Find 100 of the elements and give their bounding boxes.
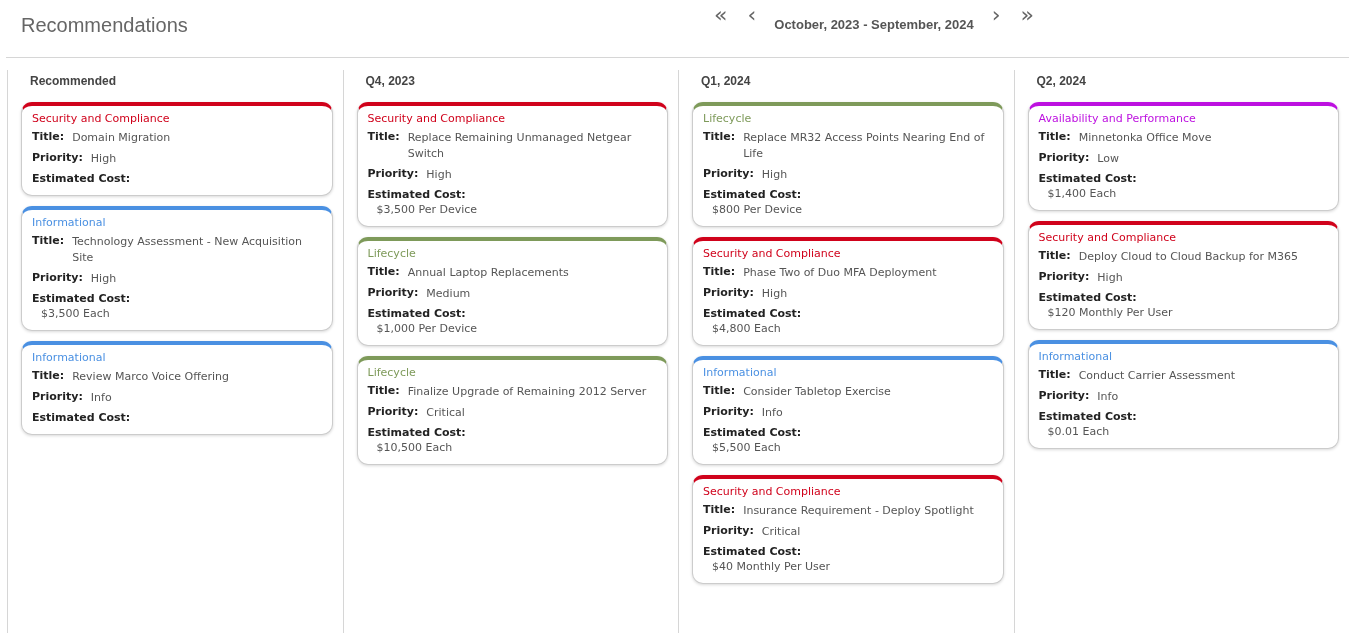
last-page-button[interactable]: » — [1012, 4, 1042, 26]
field-label: Estimated Cost: — [32, 172, 132, 185]
recommendation-card[interactable]: Lifecycle Title: Annual Laptop Replacements Priority: Medium Estimated Cost: $1,000 Per Device — [356, 237, 668, 346]
field-label: Title: — [1038, 130, 1071, 145]
category-label: Security and Compliance — [32, 112, 171, 125]
field-label: Estimated Cost: — [703, 188, 803, 201]
field-label: Title: — [1038, 368, 1071, 383]
category-label: Lifecycle — [367, 247, 417, 260]
priority-value: High — [1097, 270, 1123, 286]
category-label: Informational — [703, 366, 778, 379]
category-label: Security and Compliance — [1038, 231, 1178, 244]
previous-button[interactable]: ‹ — [739, 4, 765, 26]
priority-value: Info — [1097, 389, 1119, 405]
recommendation-card[interactable]: Security and Compliance Title: Deploy Cloud to Cloud Backup for M365 Priority: High Estimated Cost: $120 Monthly Per User — [1027, 221, 1339, 330]
cost-value: $1,000 Per Device — [375, 322, 479, 335]
field-label: Priority: — [703, 524, 754, 539]
category-label: Informational — [32, 216, 107, 229]
title-value: Review Marco Voice Offering — [72, 369, 229, 385]
category-label: Security and Compliance — [703, 485, 842, 498]
field-label: Title: — [367, 130, 400, 145]
title-value: Replace MR32 Access Points Nearing End of Life — [743, 130, 986, 162]
title-value: Finalize Upgrade of Remaining 2012 Server — [407, 384, 647, 400]
title-value: Replace Remaining Unmanaged Netgear Switch — [407, 130, 633, 162]
field-label: Priority: — [32, 151, 83, 166]
page-title: Recommendations — [20, 13, 189, 38]
field-label: Estimated Cost: — [703, 307, 803, 320]
field-label: Estimated Cost: — [1038, 291, 1138, 304]
recommendation-card[interactable]: Informational Title: Review Marco Voice Offering Priority: Info Estimated Cost: — [21, 341, 333, 435]
field-label: Estimated Cost: — [367, 188, 467, 201]
field-label: Title: — [32, 234, 65, 249]
field-label: Title: — [703, 384, 736, 399]
field-label: Priority: — [1038, 151, 1090, 166]
field-label: Title: — [367, 265, 400, 280]
date-range: October, 2023 - September, 2024 — [773, 17, 975, 32]
field-label: Priority: — [367, 286, 419, 301]
category-label: Informational — [32, 351, 107, 364]
category-label: Lifecycle — [367, 366, 417, 379]
field-label: Priority: — [367, 167, 419, 182]
cost-value: $5,500 Each — [711, 441, 782, 454]
field-label: Estimated Cost: — [703, 545, 803, 558]
recommendation-card[interactable]: Informational Title: Consider Tabletop Exercise Priority: Info Estimated Cost: $5,500 Each — [692, 356, 1004, 465]
field-label: Priority: — [32, 390, 83, 405]
field-label: Title: — [703, 503, 736, 518]
field-label: Title: — [367, 384, 400, 399]
recommendation-card[interactable]: Lifecycle Title: Finalize Upgrade of Remaining 2012 Server Priority: Critical Estimated Cost: $10,500 Each — [356, 356, 668, 465]
recommendation-card[interactable]: Security and Compliance Title: Phase Two of Duo MFA Deployment Priority: High Estimated Cost: $4,800 Each — [692, 237, 1004, 346]
priority-value: High — [90, 151, 117, 167]
cost-value: $3,500 Each — [40, 307, 111, 320]
priority-value: High — [761, 167, 788, 183]
title-value: Consider Tabletop Exercise — [743, 384, 891, 400]
recommendation-card[interactable]: Availability and Performance Title: Minnetonka Office Move Priority: Low Estimated Cost: $1,400 Each — [1027, 102, 1339, 211]
category-label: Security and Compliance — [367, 112, 507, 125]
recommendation-card[interactable]: Informational Title: Technology Assessment - New Acquisition Site Priority: High Estimated Cost: $3,500 Each — [21, 206, 333, 331]
field-label: Title: — [703, 130, 736, 145]
field-label: Estimated Cost: — [367, 307, 467, 320]
field-label: Priority: — [367, 405, 419, 420]
column-heading: Q4, 2023 — [364, 73, 416, 90]
priority-value: Critical — [761, 524, 801, 540]
recommendation-card[interactable]: Security and Compliance Title: Insurance Requirement - Deploy Spotlight Priority: Critical Estimated Cost: $40 Monthly Per User — [692, 475, 1004, 584]
field-label: Priority: — [703, 167, 754, 182]
next-button[interactable]: › — [983, 4, 1009, 26]
cost-value: $40 Monthly Per User — [711, 560, 832, 573]
field-label: Title: — [703, 265, 736, 280]
cost-value: $3,500 Per Device — [375, 203, 479, 216]
field-label: Estimated Cost: — [367, 426, 467, 439]
field-label: Title: — [1038, 249, 1071, 264]
cost-value: $1,400 Each — [1046, 187, 1118, 200]
cost-value: $800 Per Device — [711, 203, 804, 216]
field-label: Estimated Cost: — [32, 292, 132, 305]
cost-value: $4,800 Each — [711, 322, 782, 335]
title-value: Domain Migration — [72, 130, 171, 146]
field-label: Priority: — [32, 271, 83, 286]
priority-value: Info — [90, 390, 112, 406]
field-label: Estimated Cost: — [703, 426, 803, 439]
title-value: Minnetonka Office Move — [1078, 130, 1212, 146]
cost-value: $10,500 Each — [375, 441, 454, 454]
priority-value: Low — [1097, 151, 1119, 167]
field-label: Estimated Cost: — [1038, 172, 1138, 185]
column-heading: Q1, 2024 — [700, 73, 752, 90]
recommendation-card[interactable]: Lifecycle Title: Replace MR32 Access Points Nearing End of Life Priority: High Estimated Cost: $800 Per Device — [692, 102, 1004, 227]
title-value: Insurance Requirement - Deploy Spotlight — [743, 503, 974, 519]
recommendation-card[interactable]: Security and Compliance Title: Replace Remaining Unmanaged Netgear Switch Priority: High Estimated Cost: $3,500 Per Device — [356, 102, 668, 227]
priority-value: Critical — [426, 405, 465, 421]
title-value: Technology Assessment - New Acquisition Site — [72, 234, 303, 266]
field-label: Priority: — [703, 286, 754, 301]
recommendation-card[interactable]: Security and Compliance Title: Domain Migration Priority: High Estimated Cost: — [21, 102, 333, 196]
column-heading: Recommended — [29, 73, 118, 90]
title-value: Annual Laptop Replacements — [407, 265, 569, 281]
field-label: Title: — [32, 130, 65, 145]
cost-value: $120 Monthly Per User — [1046, 306, 1174, 319]
priority-value: High — [90, 271, 117, 287]
priority-value: Info — [761, 405, 783, 421]
field-label: Priority: — [703, 405, 754, 420]
category-label: Availability and Performance — [1038, 112, 1197, 125]
category-label: Security and Compliance — [703, 247, 842, 260]
first-page-button[interactable]: « — [706, 4, 736, 26]
field-label: Title: — [32, 369, 65, 384]
priority-value: High — [761, 286, 788, 302]
title-value: Deploy Cloud to Cloud Backup for M365 — [1078, 249, 1298, 265]
recommendation-card[interactable]: Informational Title: Conduct Carrier Assessment Priority: Info Estimated Cost: $0.01 Each — [1027, 340, 1339, 449]
